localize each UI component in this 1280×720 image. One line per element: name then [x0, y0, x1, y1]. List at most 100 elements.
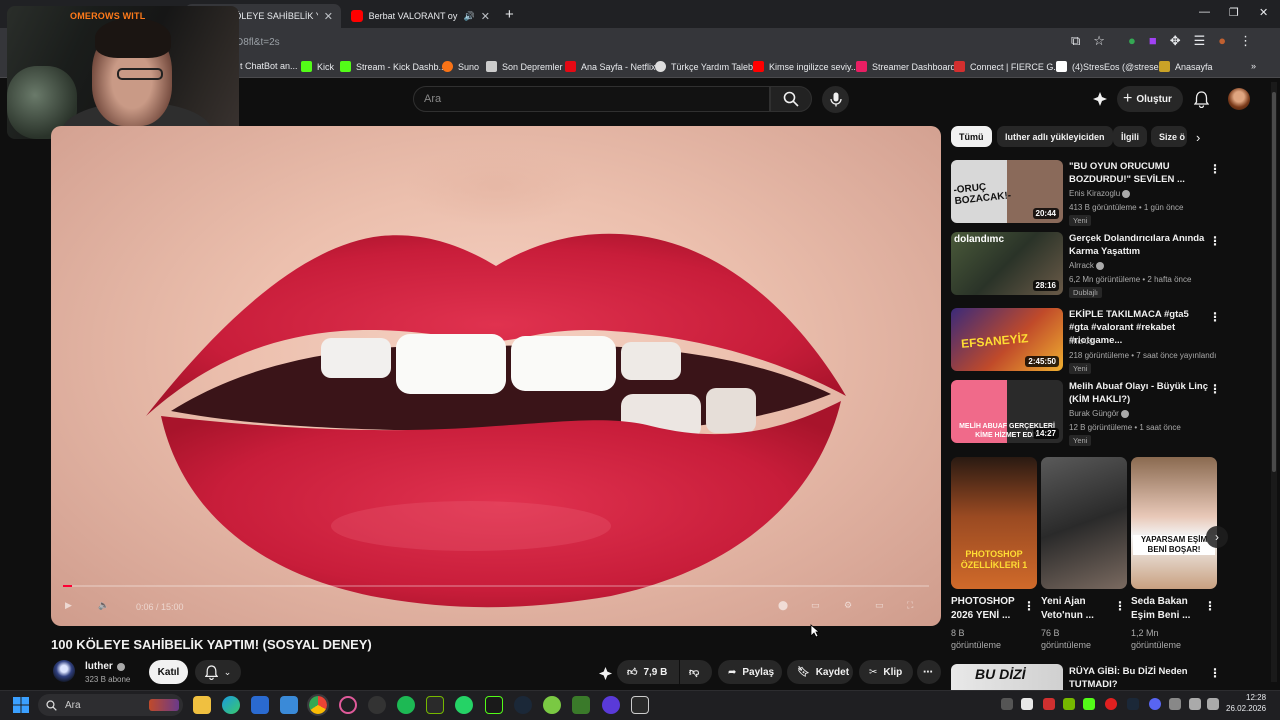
dislike-button[interactable]: 👎︎ — [680, 660, 712, 684]
bookmark-item[interactable]: Stream - Kick Dashb... — [340, 61, 446, 72]
extension-shield-icon[interactable]: ● — [1128, 33, 1136, 49]
install-app-icon[interactable]: ⧉ — [1071, 33, 1080, 49]
tray-app-icon[interactable] — [1127, 698, 1139, 710]
play-icon[interactable]: ▶ — [65, 600, 72, 611]
speaker-icon[interactable]: 🔊 — [464, 11, 475, 22]
short-thumbnail[interactable]: PHOTOSHOP ÖZELLİKLERİ 1 — [951, 457, 1037, 589]
recommendation-item[interactable]: -ORUÇ BOZACAK!- 20:44 "BU OYUN ORUCUMU B… — [951, 160, 1221, 226]
taskbar-clock[interactable]: 12:28 26.02.2026 — [1226, 692, 1266, 714]
subtitles-icon[interactable]: ▭ — [811, 600, 820, 611]
more-options-icon[interactable]: ⋮ — [1023, 599, 1035, 613]
obs-icon[interactable] — [368, 696, 386, 714]
clip-button[interactable]: ✂ Klip — [859, 660, 913, 684]
minecraft-icon[interactable] — [572, 696, 590, 714]
recommendation-item[interactable]: EFSANEYİZ 2:45:50 EKİPLE TAKILMACA #gta5… — [951, 308, 1221, 374]
microphone-tray-icon[interactable] — [1169, 698, 1181, 710]
share-button[interactable]: ➦ Paylaş — [718, 660, 782, 684]
app-icon[interactable] — [280, 696, 298, 714]
channel-avatar[interactable] — [53, 660, 75, 682]
steam-icon[interactable] — [514, 696, 532, 714]
recommendation-title[interactable]: RÜYA GİBİ: Bu DİZİ Neden TUTMADI? — [1069, 665, 1188, 691]
save-button[interactable]: 🔖︎ Kaydet — [787, 660, 853, 684]
reading-list-icon[interactable]: ☰ — [1194, 33, 1206, 49]
new-tab-button[interactable]: + — [505, 6, 514, 23]
bookmark-item[interactable]: Streamer Dashboard — [856, 61, 956, 72]
tray-chevron-icon[interactable] — [1001, 698, 1013, 710]
short-title[interactable]: Seda Bakan Eşim Beni ... — [1131, 595, 1190, 623]
tray-app-icon[interactable] — [1083, 698, 1095, 710]
theater-mode-icon[interactable]: ▭ — [875, 600, 884, 611]
chips-next-icon[interactable]: › — [1196, 130, 1200, 145]
bookmark-item[interactable]: Suno — [442, 61, 479, 72]
chip-for-you[interactable]: Size ö — [1151, 126, 1187, 147]
chip-from-uploader[interactable]: luther adlı yükleyiciden — [997, 126, 1113, 147]
more-options-icon[interactable]: ⋮ — [1204, 599, 1216, 613]
progress-bar[interactable] — [63, 585, 929, 587]
store-icon[interactable] — [251, 696, 269, 714]
bookmarks-overflow-icon[interactable]: » — [1251, 61, 1256, 71]
tray-app-icon[interactable] — [1021, 698, 1033, 710]
more-options-icon[interactable]: ⋮ — [1209, 310, 1221, 324]
shorts-next-button[interactable]: › — [1206, 526, 1228, 548]
create-button[interactable]: + Oluştur — [1117, 86, 1183, 112]
kick-app-icon[interactable] — [485, 696, 503, 714]
short-title[interactable]: Yeni Ajan Veto'nun ... — [1041, 595, 1094, 623]
bookmark-star-icon[interactable]: ☆ — [1093, 33, 1105, 49]
ask-sparkle-icon[interactable] — [596, 664, 614, 682]
nvidia-icon[interactable] — [426, 696, 444, 714]
gemini-sparkle-icon[interactable] — [1091, 90, 1109, 108]
volume-tray-icon[interactable] — [1207, 698, 1219, 710]
more-options-icon[interactable]: ⋮ — [1209, 234, 1221, 248]
tray-app-icon[interactable] — [1149, 698, 1161, 710]
channel-name[interactable]: luther — [85, 661, 125, 672]
bookmark-item[interactable]: Türkçe Yardım Talebi — [655, 61, 755, 72]
short-title[interactable]: PHOTOSHOP 2026 YENİ ... — [951, 595, 1015, 623]
volume-icon[interactable]: 🔈 — [98, 600, 109, 611]
network-icon[interactable] — [1189, 698, 1201, 710]
scrollbar-thumb[interactable] — [1272, 92, 1276, 472]
fullscreen-icon[interactable]: ⛶ — [907, 600, 913, 611]
more-options-icon[interactable]: ⋮ — [1114, 599, 1126, 613]
menu-dots-icon[interactable]: ⋮ — [1239, 33, 1252, 49]
chip-all[interactable]: Tümü — [951, 126, 992, 147]
more-options-icon[interactable]: ⋮ — [1209, 666, 1221, 680]
search-input[interactable] — [413, 86, 770, 112]
tray-app-icon[interactable] — [1043, 698, 1055, 710]
app-green-icon[interactable] — [543, 696, 561, 714]
user-avatar[interactable] — [1228, 88, 1250, 110]
recommendation-item[interactable]: dolandımc 28:16 Gerçek Dolandırıcılara A… — [951, 232, 1221, 298]
close-window-icon[interactable]: ✕ — [1259, 6, 1268, 19]
bookmark-item[interactable]: Son Depremler — [486, 61, 563, 72]
bookmark-item[interactable]: Anasayfa — [1159, 61, 1213, 72]
taskbar-search[interactable]: Ara — [38, 694, 183, 716]
chip-related[interactable]: İlgili — [1113, 126, 1147, 147]
subscription-bell-button[interactable]: ⌄ — [195, 660, 241, 684]
tab-close-icon[interactable]: ✕ — [324, 10, 333, 23]
epic-games-icon[interactable] — [631, 696, 649, 714]
bookmark-item[interactable]: Connect | FIERCE G... — [954, 61, 1061, 72]
bookmark-item[interactable]: Ana Sayfa - Netflix — [565, 61, 656, 72]
tab-valorant[interactable]: Berbat VALORANT oynuyor 🔊 ✕ — [343, 4, 498, 28]
more-options-icon[interactable]: ⋮ — [1209, 162, 1221, 176]
maximize-icon[interactable]: ❐ — [1229, 6, 1239, 19]
spotify-icon[interactable] — [397, 696, 415, 714]
whatsapp-icon[interactable] — [455, 696, 473, 714]
minimize-icon[interactable]: — — [1199, 6, 1210, 18]
more-options-icon[interactable]: ⋮ — [1209, 382, 1221, 396]
tray-app-icon[interactable] — [1063, 698, 1075, 710]
like-button[interactable]: 👍︎ 7,9 B — [617, 660, 679, 684]
tab-close-icon[interactable]: ✕ — [481, 10, 490, 23]
url-text[interactable]: D8fl&t=2s — [236, 37, 280, 48]
bookmark-item[interactable]: t ChatBot an... — [240, 61, 298, 71]
file-explorer-icon[interactable] — [193, 696, 211, 714]
bookmark-item[interactable]: Kimse ingilizce seviy... — [753, 61, 858, 72]
bookmark-item[interactable]: Kick — [301, 61, 334, 72]
video-thumbnail[interactable]: BU DİZİ — [951, 664, 1063, 690]
app-purple-icon[interactable] — [602, 696, 620, 714]
autoplay-toggle[interactable]: ⬤ — [778, 600, 788, 611]
chrome-icon[interactable] — [307, 694, 329, 716]
more-actions-button[interactable]: ⋯ — [917, 660, 941, 684]
tray-app-icon[interactable] — [1105, 698, 1117, 710]
windows-start-icon[interactable] — [13, 697, 29, 713]
search-button[interactable] — [770, 86, 812, 112]
